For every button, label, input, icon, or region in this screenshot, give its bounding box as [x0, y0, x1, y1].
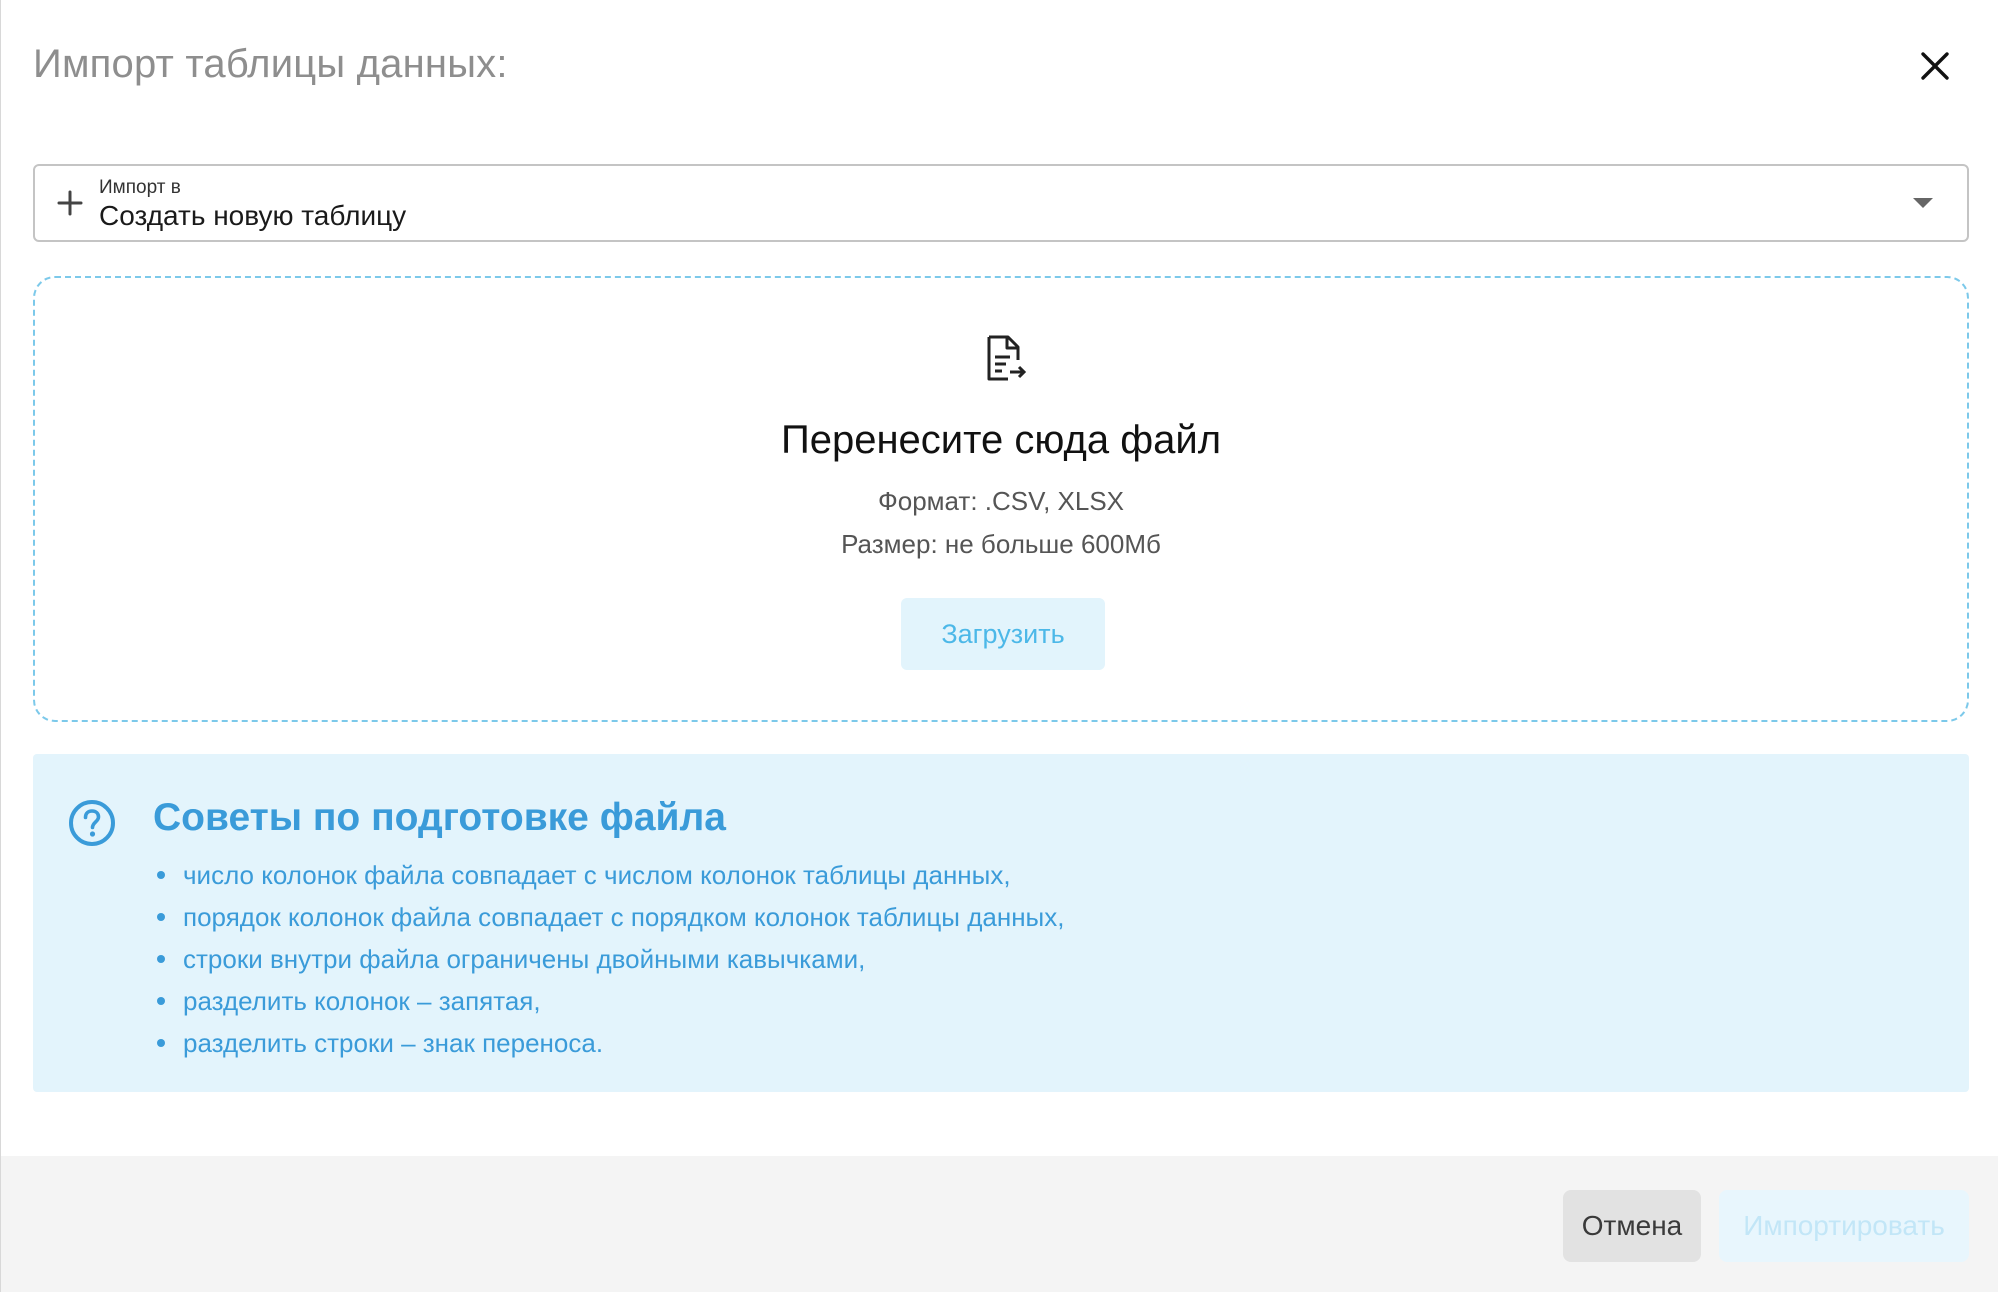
import-dialog: Импорт таблицы данных: Импорт в Создать … — [0, 0, 1998, 1292]
dialog-title: Импорт таблицы данных: — [33, 42, 508, 86]
close-icon — [1921, 52, 1949, 80]
dropzone-format: Формат: .CSV, XLSX — [877, 486, 1125, 516]
file-import-icon — [987, 335, 1027, 381]
import-button[interactable]: Импортировать — [1719, 1190, 1969, 1262]
file-dropzone[interactable]: Перенесите сюда файл Формат: .CSV, XLSX … — [33, 276, 1969, 722]
help-circle-icon — [69, 800, 115, 846]
tips-list: число колонок файла совпадает с числом к… — [153, 854, 1064, 1064]
select-label: Импорт в — [99, 177, 181, 198]
tips-panel: Советы по подготовке файла число колонок… — [33, 754, 1969, 1092]
dropzone-size: Размер: не больше 600Мб — [841, 529, 1161, 559]
dialog-footer: Отмена Импортировать — [1, 1156, 1998, 1292]
list-item: число колонок файла совпадает с числом к… — [153, 854, 1064, 896]
tips-title: Советы по подготовке файла — [153, 796, 726, 839]
import-target-select[interactable]: Импорт в Создать новую таблицу — [33, 164, 1969, 242]
chevron-down-icon — [1913, 198, 1933, 208]
close-button[interactable] — [1911, 42, 1959, 90]
dropzone-title: Перенесите сюда файл — [780, 418, 1222, 462]
cancel-button[interactable]: Отмена — [1563, 1190, 1701, 1262]
plus-icon — [57, 190, 83, 216]
list-item: строки внутри файла ограничены двойными … — [153, 938, 1064, 980]
list-item: разделить строки – знак переноса. — [153, 1022, 1064, 1064]
list-item: разделить колонок – запятая, — [153, 980, 1064, 1022]
select-value: Создать новую таблицу — [99, 200, 407, 231]
upload-button[interactable]: Загрузить — [901, 598, 1105, 670]
list-item: порядок колонок файла совпадает с порядк… — [153, 896, 1064, 938]
